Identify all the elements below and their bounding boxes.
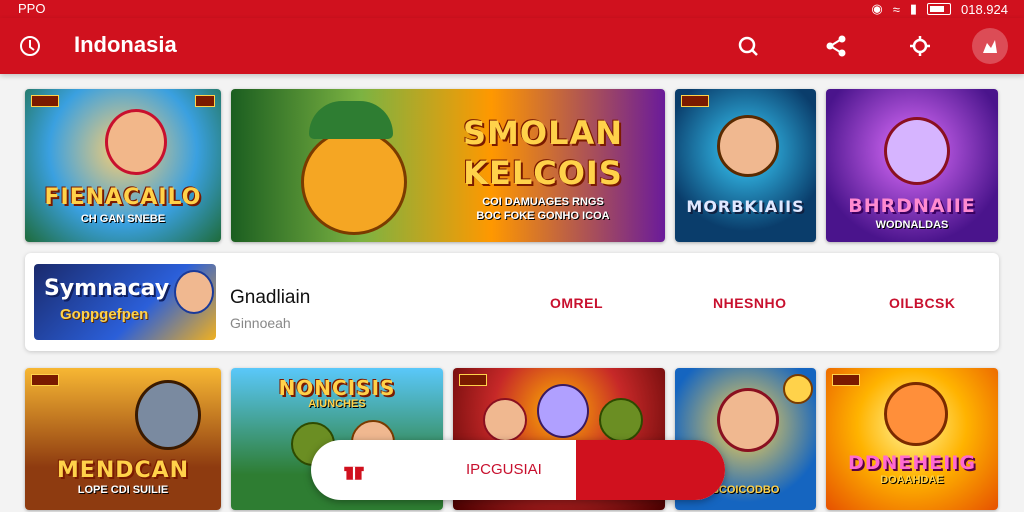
share-icon[interactable]	[818, 28, 854, 64]
badge-tag	[31, 374, 59, 386]
game-tile-3[interactable]: MORBKIAIIS	[675, 89, 816, 242]
search-icon[interactable]	[730, 28, 766, 64]
menu-logo-icon[interactable]	[12, 28, 48, 64]
bottom-bar-label[interactable]: IPCGUSIAI	[466, 461, 542, 478]
bottom-action-bar[interactable]: IPCGUSIAI	[311, 440, 725, 500]
game-tile-9[interactable]: DDNEHEIIG DOAAHDAE	[826, 368, 998, 510]
game-title: FIENACAILO	[44, 185, 202, 210]
thumbnail-title: Symnacay	[44, 276, 170, 301]
badge-tag	[459, 374, 487, 386]
game-subtitle: COI DAMUAGES RNGS BOC FOKE GONHO ICOA	[476, 196, 610, 222]
action-link-1[interactable]: OMREL	[550, 295, 603, 311]
action-link-3[interactable]: OILBCSK	[889, 295, 956, 311]
battery-icon	[927, 3, 951, 15]
featured-thumbnail: Symnacay Goppgefpen	[34, 264, 216, 340]
game-subtitle: DOAAHDAE	[880, 474, 944, 486]
hero-character	[174, 270, 214, 314]
clock-time: 018.924	[961, 1, 1008, 17]
badge-tag	[681, 95, 709, 107]
coin-badge	[783, 374, 813, 404]
game-title: MENDCAN	[56, 458, 190, 483]
game-tile-4[interactable]: BHRDNAIIE WODNALDAS	[826, 89, 998, 242]
profile-icon[interactable]	[972, 28, 1008, 64]
game-subtitle: CH GAN SNEBE	[80, 213, 166, 225]
settings-icon[interactable]	[902, 28, 938, 64]
alarm-icon: ◉	[871, 1, 883, 16]
badge-tag	[195, 95, 215, 107]
game-subtitle: AIUNCHES	[308, 398, 366, 410]
primary-action-area[interactable]	[576, 440, 725, 500]
character	[599, 398, 643, 442]
game-title: BHRDNAIIE	[848, 195, 976, 217]
hero-character	[884, 117, 950, 185]
wifi-icon: ≈	[892, 1, 900, 17]
action-link-2[interactable]: NHESNHO	[713, 295, 787, 311]
featured-meta: Ginnoeah	[230, 315, 291, 331]
featured-name: Gnadliain	[230, 287, 311, 308]
character	[537, 384, 589, 438]
game-title: DDNEHEIIG	[847, 452, 977, 474]
badge-tag	[832, 374, 860, 386]
game-tile-2[interactable]: SMOLAN KELCOIS COI DAMUAGES RNGS BOC FOK…	[231, 89, 665, 242]
mascot-character	[884, 382, 948, 446]
game-title: SMOLAN KELCOIS	[462, 114, 624, 192]
character	[483, 398, 527, 442]
app-bar: Indonasia	[0, 18, 1024, 74]
game-title: NONCISIS	[278, 376, 396, 400]
game-subtitle: LOPE CDI SUILIE	[77, 484, 169, 496]
hero-character	[135, 380, 201, 450]
hero-character	[105, 109, 167, 175]
page-title: Indonasia	[74, 32, 177, 57]
status-bar: PPO ◉ ≈ ▮ 018.924	[0, 0, 1024, 18]
gift-icon[interactable]	[341, 457, 367, 483]
game-subtitle: WODNALDAS	[875, 219, 949, 231]
game-tile-5[interactable]: MENDCAN LOPE CDI SUILIE	[25, 368, 221, 510]
carrier-label: PPO	[18, 1, 46, 16]
signal-icon: ▮	[909, 1, 917, 16]
badge-tag	[31, 95, 59, 107]
hero-character	[717, 115, 779, 177]
game-title: MORBKIAIIS	[686, 197, 805, 216]
featured-game-card[interactable]: Symnacay Goppgefpen Gnadliain Ginnoeah O…	[25, 253, 999, 351]
mascot-character	[301, 129, 407, 235]
thumbnail-subtitle: Goppgefpen	[60, 306, 149, 323]
hero-character	[717, 388, 779, 452]
game-tile-1[interactable]: FIENACAILO CH GAN SNEBE	[25, 89, 221, 242]
